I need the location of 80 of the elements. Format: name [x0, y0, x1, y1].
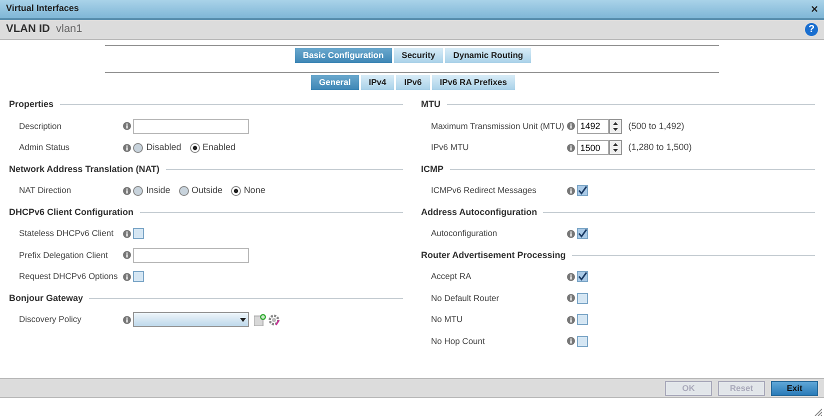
add-icon[interactable] [254, 314, 266, 326]
info-icon [567, 272, 575, 281]
field-label: Stateless DHCPv6 Client [19, 228, 114, 238]
window-title: Virtual Interfaces [6, 2, 79, 16]
field-label: ICMPv6 Redirect Messages [431, 185, 536, 195]
range-hint: (500 to 1,492) [628, 120, 684, 133]
info-icon [123, 251, 131, 260]
field-label: Maximum Transmission Unit (MTU) [431, 120, 564, 130]
checkbox[interactable] [577, 185, 588, 196]
section-title: DHCPv6 Client Configuration [9, 206, 134, 219]
radio-button[interactable] [190, 142, 200, 153]
info-icon [123, 272, 131, 281]
checkbox[interactable] [133, 271, 144, 282]
checkbox[interactable] [577, 336, 588, 347]
option-label: Inside [146, 184, 170, 197]
resize-grip-icon[interactable] [814, 408, 822, 416]
field-label: Request DHCPv6 Options [19, 271, 118, 281]
info-icon [123, 144, 131, 152]
info-icon [123, 230, 131, 238]
field-label: Autoconfiguration [431, 228, 498, 238]
checkbox[interactable] [577, 271, 588, 282]
gear-icon[interactable] [268, 314, 280, 326]
info-icon [567, 230, 575, 238]
section-title: ICMP [421, 162, 444, 176]
number-field[interactable]: 1492 [577, 118, 610, 134]
info-icon [567, 186, 575, 195]
spinner-arrows-icon[interactable] [609, 118, 622, 134]
tab[interactable]: Security [394, 48, 444, 63]
info-icon [567, 294, 575, 302]
info-icon [567, 144, 575, 152]
tab[interactable]: IPv4 [360, 75, 394, 90]
info-icon [123, 186, 131, 195]
option-label: None [244, 184, 266, 197]
field-label: Accept RA [431, 271, 472, 281]
field-label: IPv6 MTU [431, 142, 469, 152]
radio-button[interactable] [133, 142, 144, 153]
option-label: Outside [192, 184, 223, 197]
field-label: No Hop Count [431, 336, 485, 346]
option-label: Disabled [146, 141, 182, 154]
section-title: Router Advertisement Processing [421, 248, 566, 262]
dropdown[interactable] [133, 312, 250, 328]
info-icon [567, 316, 575, 324]
close-button[interactable]: × [810, 3, 818, 15]
checkbox[interactable] [577, 314, 588, 326]
tab[interactable]: IPv6 [396, 75, 430, 90]
text-field[interactable] [133, 248, 250, 263]
info-icon [567, 122, 575, 130]
radio-button[interactable] [178, 186, 189, 196]
section-title: Bonjour Gateway [9, 292, 84, 305]
vlan-id-label: VLAN ID [6, 22, 50, 38]
field-label: Description [19, 120, 62, 130]
option-label: Enabled [202, 141, 236, 154]
checkbox[interactable] [577, 228, 588, 240]
section-title: Network Address Translation (NAT) [9, 162, 160, 176]
tab[interactable]: IPv6 RA Prefixes [432, 75, 515, 90]
help-button[interactable]: ? [805, 23, 818, 36]
number-field[interactable]: 1500 [577, 140, 610, 156]
checkbox[interactable] [577, 292, 588, 304]
vlan-id-value: vlan1 [56, 22, 82, 38]
checkbox[interactable] [133, 228, 144, 240]
field-label: Prefix Delegation Client [19, 250, 108, 260]
info-icon [123, 122, 131, 130]
tab[interactable]: Dynamic Routing [445, 48, 532, 63]
section-title: Address Autoconfiguration [421, 206, 538, 219]
caret-icon [238, 316, 248, 324]
section-title: Properties [9, 98, 54, 111]
radio-button[interactable] [230, 186, 241, 196]
field-label: Admin Status [19, 142, 70, 152]
field-label: No MTU [431, 314, 463, 324]
spinner-arrows-icon[interactable] [609, 140, 622, 156]
section-title: MTU [421, 98, 440, 111]
radio-button[interactable] [133, 186, 144, 196]
info-icon [567, 337, 575, 346]
field-label: NAT Direction [19, 185, 72, 195]
action-button[interactable]: Exit [771, 380, 818, 396]
field-label: No Default Router [431, 292, 500, 302]
text-field[interactable] [133, 118, 250, 134]
field-label: Discovery Policy [19, 314, 82, 324]
info-icon [123, 316, 131, 324]
range-hint: (1,280 to 1,500) [628, 141, 692, 154]
